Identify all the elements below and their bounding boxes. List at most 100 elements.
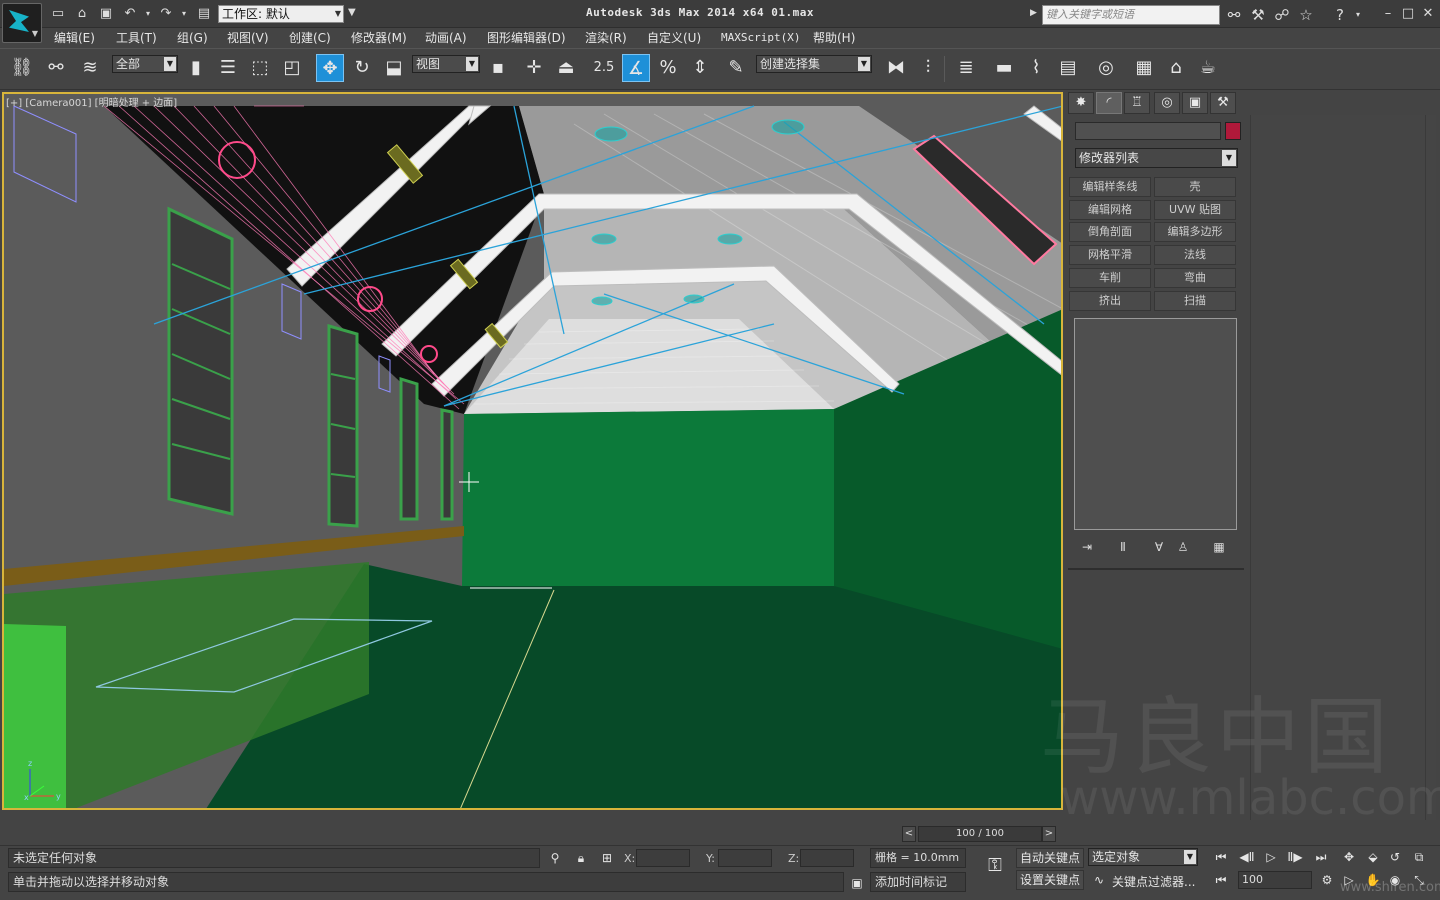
save-icon[interactable]: ▣ — [98, 6, 114, 22]
previous-frame-icon[interactable]: ◀Ⅱ — [1236, 847, 1258, 867]
mirror-icon[interactable]: ⧓ — [882, 54, 910, 82]
time-tag-icon[interactable]: ▣ — [846, 873, 868, 893]
edit-poly-button[interactable]: 编辑多边形 — [1154, 222, 1236, 242]
select-by-name-icon[interactable]: ☰ — [214, 54, 242, 82]
absolute-mode-icon[interactable]: ⊞ — [596, 848, 618, 868]
undo-dropdown-icon[interactable]: ▾ — [140, 6, 156, 22]
configure-modifier-sets-icon[interactable]: ▦ — [1210, 539, 1228, 555]
help-icon[interactable]: ? — [1330, 5, 1350, 25]
key-mode-dropdown[interactable]: 选定对象 ▼ — [1088, 848, 1198, 866]
edit-spline-button[interactable]: 编辑样条线 — [1069, 177, 1151, 197]
time-slider[interactable]: 100 / 100 — [918, 826, 1042, 842]
edit-mesh-button[interactable]: 编辑网格 — [1069, 200, 1151, 220]
keyboard-shortcut-override-icon[interactable]: ⏏ — [552, 54, 580, 82]
new-icon[interactable]: ▭ — [50, 6, 66, 22]
layer-manager-icon[interactable]: ≣ — [952, 54, 980, 82]
menu-group[interactable]: 组(G) — [177, 29, 208, 47]
curve-editor-icon[interactable]: ⌇ — [1022, 54, 1050, 82]
menu-maxscript[interactable]: MAXScript(X) — [721, 29, 800, 47]
key-mode-toggle-icon[interactable]: ⏮ — [1210, 870, 1232, 890]
redo-dropdown-icon[interactable]: ▾ — [176, 6, 192, 22]
create-tab-icon[interactable]: ✸ — [1068, 92, 1094, 114]
camera-viewport[interactable]: z y x — [2, 92, 1063, 810]
rect-selection-icon[interactable]: ⬚ — [246, 54, 274, 82]
snaps-toggle-icon[interactable]: 2.5 — [590, 54, 618, 82]
select-and-rotate-icon[interactable]: ↻ — [348, 54, 376, 82]
manipulate-icon[interactable]: ✛ — [520, 54, 548, 82]
tools-icon[interactable]: ⚒ — [1248, 5, 1268, 25]
pivot-center-icon[interactable]: ▪ — [484, 54, 512, 82]
window-crossing-icon[interactable]: ◰ — [278, 54, 306, 82]
maximize-button[interactable]: □ — [1398, 5, 1418, 23]
key-curve-icon[interactable]: ∿ — [1088, 870, 1110, 890]
add-time-tag-button[interactable]: 添加时间标记 — [870, 872, 966, 892]
named-selection-dropdown[interactable]: 创建选择集 ▼ — [756, 55, 872, 73]
auto-key-button[interactable]: 自动关键点 — [1016, 848, 1084, 868]
search-expand-icon[interactable]: ▶ — [1030, 8, 1037, 18]
object-name-field[interactable] — [1075, 122, 1221, 140]
orbit-icon[interactable]: ↺ — [1384, 847, 1406, 867]
menu-create[interactable]: 创建(C) — [289, 29, 331, 47]
edit-named-selection-icon[interactable]: ✎ — [722, 54, 750, 82]
time-prev-button[interactable]: < — [902, 826, 916, 842]
uvw-map-button[interactable]: UVW 贴图 — [1154, 200, 1236, 220]
next-frame-icon[interactable]: Ⅱ▶ — [1284, 847, 1306, 867]
maximize-viewport-icon[interactable]: ⧉ — [1408, 847, 1430, 867]
binoculars-icon[interactable]: ⚯ — [1224, 5, 1244, 25]
select-object-icon[interactable]: ▮ — [182, 54, 210, 82]
search-input[interactable]: 键入关键字或短语 — [1042, 5, 1220, 25]
y-coordinate-field[interactable] — [718, 849, 772, 867]
menu-tools[interactable]: 工具(T) — [116, 29, 157, 47]
open-icon[interactable]: ⌂ — [74, 6, 90, 22]
project-folder-icon[interactable]: ▤ — [196, 6, 212, 22]
link-icon[interactable]: ⛓ — [8, 54, 36, 82]
align-icon[interactable]: ⫶ — [914, 54, 942, 82]
zoom-all-icon[interactable]: ⬙ — [1362, 847, 1384, 867]
render-setup-icon[interactable]: ▦ — [1130, 54, 1158, 82]
spinner-snap-icon[interactable]: ⇕ — [686, 54, 714, 82]
minimize-button[interactable]: – — [1378, 5, 1398, 23]
display-tab-icon[interactable]: ▣ — [1182, 92, 1208, 114]
select-and-move-icon[interactable]: ✥ — [316, 54, 344, 82]
current-frame-field[interactable]: 100 — [1238, 871, 1312, 889]
play-icon[interactable]: ▷ — [1260, 847, 1282, 867]
app-logo-button[interactable]: ▼ — [2, 3, 42, 43]
menu-customize[interactable]: 自定义(U) — [647, 29, 701, 47]
angle-snap-icon[interactable]: ∡ — [622, 54, 650, 82]
pin-stack-icon[interactable]: ⇥ — [1078, 539, 1096, 555]
percent-snap-icon[interactable]: % — [654, 54, 682, 82]
rendered-frame-window-icon[interactable]: ⌂ — [1162, 54, 1190, 82]
object-color-swatch[interactable] — [1225, 122, 1241, 140]
menu-help[interactable]: 帮助(H) — [813, 29, 855, 47]
sweep-button[interactable]: 扫描 — [1154, 291, 1236, 311]
select-and-scale-icon[interactable]: ⬓ — [380, 54, 408, 82]
make-unique-icon[interactable]: ∀ — [1150, 539, 1168, 555]
set-key-mode-icon[interactable]: ⚿ — [980, 856, 1010, 876]
user-icon[interactable]: ☍ — [1272, 5, 1292, 25]
key-filters-button[interactable]: 关键点过滤器... — [1112, 873, 1195, 890]
graphite-toolbar-icon[interactable]: ▬ — [990, 54, 1018, 82]
menu-modifiers[interactable]: 修改器(M) — [351, 29, 407, 47]
bend-button[interactable]: 弯曲 — [1154, 268, 1236, 288]
selection-lock-icon[interactable]: 🔒︎ — [570, 848, 592, 868]
unlink-icon[interactable]: ⚯ — [42, 54, 70, 82]
modifier-stack-list[interactable] — [1074, 318, 1237, 530]
meshsmooth-button[interactable]: 网格平滑 — [1069, 245, 1151, 265]
modifier-list-dropdown[interactable]: 修改器列表 ▼ — [1075, 148, 1238, 168]
z-coordinate-field[interactable] — [800, 849, 854, 867]
menu-graph-editors[interactable]: 图形编辑器(D) — [487, 29, 566, 47]
schematic-view-icon[interactable]: ▤ — [1054, 54, 1082, 82]
redo-icon[interactable]: ↷ — [158, 6, 174, 22]
help-dropdown-icon[interactable]: ▾ — [1348, 5, 1368, 25]
lathe-button[interactable]: 车削 — [1069, 268, 1151, 288]
bevel-profile-button[interactable]: 倒角剖面 — [1069, 222, 1151, 242]
selection-filter-dropdown[interactable]: 全部 ▼ — [112, 55, 178, 73]
reference-coord-dropdown[interactable]: 视图 ▼ — [412, 55, 480, 73]
modify-tab-icon[interactable]: ◜ — [1096, 92, 1122, 114]
star-icon[interactable]: ☆ — [1296, 5, 1316, 25]
hierarchy-tab-icon[interactable]: ♖ — [1124, 92, 1150, 114]
menu-animation[interactable]: 动画(A) — [425, 29, 467, 47]
undo-icon[interactable]: ↶ — [122, 6, 138, 22]
render-production-icon[interactable]: ☕ — [1194, 54, 1222, 82]
time-configuration-icon[interactable]: ⚙ — [1316, 870, 1338, 890]
